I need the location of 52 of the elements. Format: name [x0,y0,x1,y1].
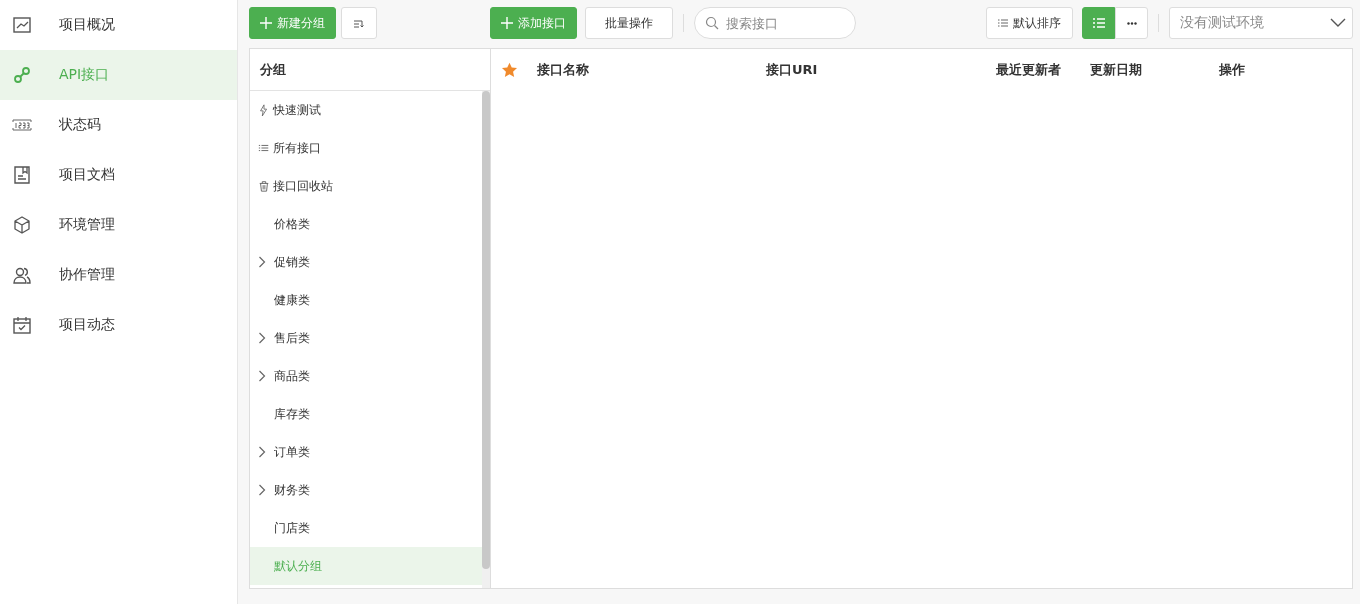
more-icon [1126,21,1137,25]
group-item[interactable]: 快速测试 [250,91,482,129]
group-item[interactable]: 所有接口 [250,129,482,167]
cube-icon [12,215,32,235]
sidebar-item[interactable]: 状态码 [0,100,237,150]
sidebar-item[interactable]: 项目动态 [0,300,237,350]
lightning-icon [258,103,270,117]
chevron-right-icon[interactable] [258,484,266,496]
list-icon [1092,18,1105,28]
calendar-icon [12,315,32,335]
plus-icon [501,17,513,29]
group-item[interactable]: 商品类 [250,357,482,395]
column-header: 最近更新者 [996,60,1062,79]
group-item[interactable]: 订单类 [250,433,482,471]
sidebar-item[interactable]: 环境管理 [0,200,237,250]
chart-icon [12,15,32,35]
group-item[interactable]: 价格类 [250,205,482,243]
sort-icon [353,18,365,28]
group-item[interactable]: 库存类 [250,395,482,433]
group-item[interactable]: 门店类 [250,509,482,547]
chevron-down-icon [1330,18,1346,28]
chevron-right-icon[interactable] [258,256,266,268]
group-item[interactable]: 售后类 [250,319,482,357]
sort-groups-button[interactable] [341,7,377,39]
group-item[interactable]: 促销类 [250,243,482,281]
column-header: 操作 [1219,60,1246,79]
list-icon [998,19,1008,27]
sidebar-item[interactable]: 项目概况 [0,0,237,50]
trash-icon [258,179,270,193]
search-field[interactable]: 搜索接口 [694,7,856,39]
sidebar-item[interactable]: 协作管理 [0,250,237,300]
chevron-right-icon[interactable] [258,446,266,458]
document-icon [12,165,32,185]
star-icon[interactable] [501,61,518,78]
chevron-right-icon[interactable] [258,332,266,344]
group-item[interactable]: 接口回收站 [250,167,482,205]
column-header: 接口名称 [537,60,590,79]
chevron-right-icon[interactable] [258,370,266,382]
group-item[interactable]: 财务类 [250,471,482,509]
sort-button[interactable]: 默认排序 [986,7,1073,39]
plus-icon [260,17,272,29]
column-header: 更新日期 [1090,60,1143,79]
list-view-button[interactable] [1082,7,1115,39]
group-item[interactable]: 健康类 [250,281,482,319]
column-header: 接口URI [766,60,819,79]
sidebar-item[interactable]: 项目文档 [0,150,237,200]
scrollbar[interactable] [482,91,490,588]
column-header: 分组 [250,49,490,91]
batch-button[interactable]: 批量操作 [585,7,673,39]
users-icon [12,265,32,285]
environment-select[interactable]: 没有测试环境 [1169,7,1353,39]
link-icon [12,65,32,85]
